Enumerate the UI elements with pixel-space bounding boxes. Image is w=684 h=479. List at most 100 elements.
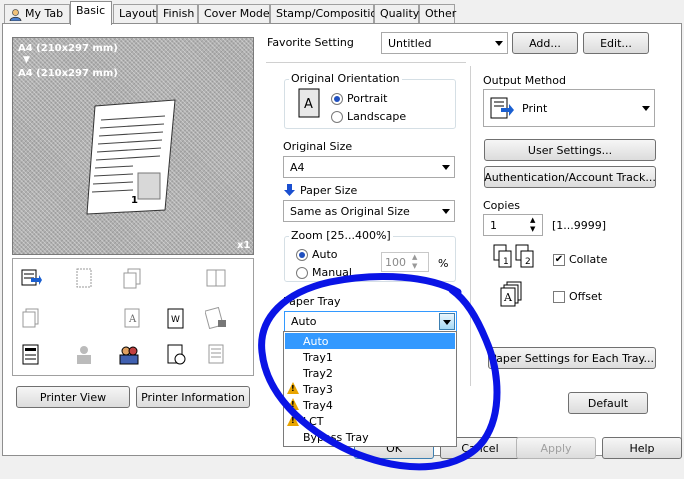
button-label: Printer View: [39, 390, 107, 404]
printer-view-button[interactable]: Printer View: [16, 386, 130, 408]
zoom-unit: %: [438, 257, 449, 270]
warning-icon: [287, 398, 299, 410]
button-label: Apply: [540, 441, 572, 455]
button-label: Edit...: [600, 36, 632, 50]
button-label: Default: [587, 396, 629, 410]
output-size-text: A4 (210x297 mm): [18, 68, 118, 79]
svg-text:A: A: [304, 97, 313, 112]
zoom-scale-text: x1: [237, 240, 251, 251]
svg-text:A: A: [503, 291, 513, 304]
paper-settings-each-tray-button[interactable]: Paper Settings for Each Tray...: [488, 347, 656, 369]
tab-label: Quality: [380, 7, 420, 20]
option-label: Tray3: [303, 382, 333, 396]
edit-button[interactable]: Edit...: [583, 32, 649, 54]
output-method-label: Output Method: [483, 74, 566, 87]
offset-checkbox[interactable]: [553, 291, 565, 303]
orientation-group-title: Original Orientation: [289, 72, 402, 85]
secure-print-icon: [205, 307, 226, 329]
copies-label: Copies: [483, 199, 520, 212]
favorite-setting-select[interactable]: Untitled: [381, 32, 508, 54]
tab-label: Cover Mode: [204, 7, 270, 20]
output-method-value: Print: [522, 101, 548, 115]
apply-button[interactable]: Apply: [516, 437, 596, 459]
page-number: 1: [131, 195, 138, 206]
paper-tray-value: Auto: [291, 315, 317, 328]
tab-my-tab[interactable]: My Tab: [4, 4, 70, 24]
tab-finish[interactable]: Finish: [157, 4, 198, 24]
list-item[interactable]: Tray1: [285, 349, 455, 365]
function-icon-grid: A W: [12, 258, 254, 376]
option-label: Tray2: [303, 366, 333, 380]
warning-icon: [287, 414, 299, 426]
add-button[interactable]: Add...: [512, 32, 578, 54]
landscape-label: Landscape: [347, 110, 407, 123]
list-item[interactable]: Auto: [285, 333, 455, 349]
collate-label: Collate: [569, 253, 608, 266]
divider: [266, 62, 466, 63]
button-label: Printer Information: [141, 390, 245, 404]
paper-size-value: Same as Original Size: [290, 204, 410, 218]
tab-label: Layout: [119, 7, 157, 20]
list-item[interactable]: Tray2: [285, 365, 455, 381]
print-output-icon: [21, 269, 42, 286]
favorite-setting-value: Untitled: [388, 36, 432, 50]
paper-size-select[interactable]: Same as Original Size: [283, 200, 455, 222]
button-label: Help: [629, 441, 655, 455]
button-label: Authentication/Account Track...: [484, 170, 656, 184]
button-label: Paper Settings for Each Tray...: [490, 351, 654, 365]
arrow-down-icon: [284, 184, 295, 196]
tab-bar: My Tab Basic Layout Finish Cover Mode St…: [0, 0, 684, 25]
offset-label: Offset: [569, 290, 603, 303]
tab-label: Stamp/Composition: [276, 7, 385, 20]
zoom-value: 100: [385, 255, 406, 269]
default-button[interactable]: Default: [568, 392, 648, 414]
tab-basic[interactable]: Basic: [70, 1, 112, 25]
zoom-value-spinner[interactable]: 100: [381, 252, 429, 272]
divider: [470, 66, 471, 386]
list-icon: [208, 344, 224, 364]
tab-label: Basic: [76, 4, 106, 17]
tab-label: Other: [425, 7, 457, 20]
user-settings-button[interactable]: User Settings...: [484, 139, 656, 161]
stack-icon: [22, 308, 39, 328]
button-label: Add...: [529, 36, 561, 50]
option-label: LCT: [303, 414, 324, 428]
tab-other[interactable]: Other: [419, 4, 457, 24]
tab-cover-mode[interactable]: Cover Mode: [198, 4, 270, 24]
output-method-select[interactable]: Print: [483, 89, 655, 127]
tab-quality[interactable]: Quality: [374, 4, 419, 24]
zoom-group-title: Zoom [25...400%]: [289, 229, 393, 242]
spinner-arrows-icon[interactable]: ▲ ▼: [412, 253, 417, 271]
print-icon: [490, 97, 514, 119]
list-item[interactable]: Tray4: [285, 397, 455, 413]
portrait-radio[interactable]: [331, 93, 343, 105]
printer-information-button[interactable]: Printer Information: [136, 386, 250, 408]
zoom-manual-radio[interactable]: [296, 267, 308, 279]
list-item[interactable]: Tray3: [285, 381, 455, 397]
tab-stamp-composition[interactable]: Stamp/Composition: [270, 4, 384, 24]
zoom-auto-radio[interactable]: [296, 249, 308, 261]
original-size-select[interactable]: A4: [283, 156, 455, 178]
copies-value: 1: [490, 218, 497, 232]
svg-text:W: W: [171, 315, 180, 325]
option-label: Tray1: [303, 350, 333, 364]
list-item[interactable]: Bypass Tray: [285, 429, 455, 445]
tab-layout[interactable]: Layout: [113, 4, 157, 24]
copy-pages-icon: [123, 268, 141, 289]
paper-tray-select[interactable]: Auto: [284, 311, 457, 332]
paper-tray-dropdown-list: Auto Tray1 Tray2 Tray3 Tray4 LCT Bypass …: [283, 331, 457, 447]
landscape-radio[interactable]: [331, 111, 343, 123]
source-size-text: A4 (210x297 mm): [18, 43, 118, 54]
help-button[interactable]: Help: [602, 437, 682, 459]
authentication-account-track-button[interactable]: Authentication/Account Track...: [484, 166, 656, 188]
portrait-label: Portrait: [347, 92, 388, 105]
collate-checkbox[interactable]: ✔: [553, 254, 565, 266]
list-item[interactable]: LCT: [285, 413, 455, 429]
schedule-icon: [167, 344, 186, 365]
paper-size-label: Paper Size: [300, 184, 358, 197]
spinner-arrows-icon[interactable]: ▲ ▼: [530, 216, 535, 234]
chevron-down-icon: [443, 319, 451, 325]
offset-icon: A: [500, 281, 522, 307]
tab-label: Finish: [163, 7, 195, 20]
collate-icon: 1 2: [493, 244, 534, 268]
